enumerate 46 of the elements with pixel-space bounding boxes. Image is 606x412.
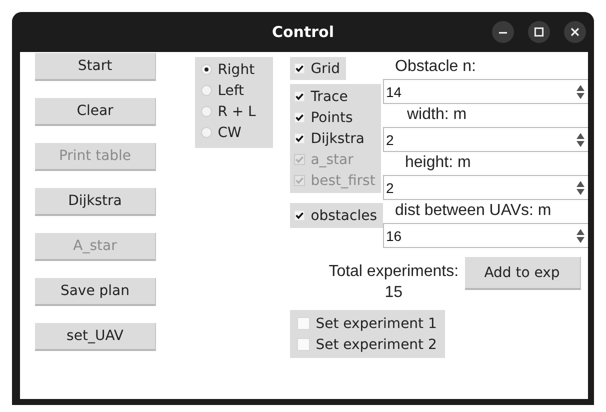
spinner-icon[interactable] <box>576 180 585 196</box>
checkbox-label[interactable]: Trace <box>310 88 348 104</box>
spinner-icon[interactable] <box>576 132 585 148</box>
radio-button[interactable] <box>200 127 212 138</box>
field-label: width: m <box>407 106 468 125</box>
action-button[interactable]: Start <box>35 53 156 81</box>
checkbox[interactable] <box>294 112 305 123</box>
checkbox-label[interactable]: Grid <box>310 60 340 76</box>
checkbox[interactable] <box>296 317 310 330</box>
field-label: height: m <box>405 154 472 173</box>
spinner-icon[interactable] <box>576 84 585 100</box>
radio-label[interactable]: R + L <box>218 104 256 120</box>
close-icon[interactable] <box>564 21 586 43</box>
checkbox[interactable] <box>294 63 305 74</box>
radio-button[interactable] <box>200 106 212 117</box>
checkbox[interactable] <box>294 91 305 102</box>
action-button[interactable]: Clear <box>35 98 156 126</box>
radio-button[interactable] <box>200 85 212 96</box>
checkbox[interactable] <box>294 210 305 221</box>
total-count: 15 <box>384 284 402 302</box>
checkbox[interactable] <box>294 133 305 144</box>
add-button[interactable]: Add to exp <box>464 257 581 290</box>
number-field[interactable]: 14 <box>383 79 588 104</box>
number-field[interactable]: 2 <box>383 175 588 200</box>
checkbox[interactable] <box>296 338 310 351</box>
window-title: Control <box>272 23 334 41</box>
action-button[interactable]: Save plan <box>35 278 156 306</box>
checkbox-label[interactable]: Set experiment 2 <box>316 336 437 352</box>
field-label: Obstacle n: <box>395 58 477 77</box>
radio-button[interactable] <box>200 64 212 75</box>
minimize-icon[interactable] <box>492 21 514 43</box>
number-field[interactable]: 16 <box>383 223 588 248</box>
field-label: dist between UAVs: m <box>395 202 552 221</box>
maximize-icon[interactable] <box>528 21 550 43</box>
action-button[interactable]: Dijkstra <box>35 188 156 216</box>
checkbox-label[interactable]: obstacles <box>310 208 377 224</box>
checkbox-label[interactable]: Dijkstra <box>310 130 364 146</box>
number-field[interactable]: 2 <box>383 127 588 152</box>
total-label: Total experiments: <box>328 263 459 281</box>
action-button[interactable]: set_UAV <box>35 323 156 351</box>
checkbox-label[interactable]: Points <box>310 110 353 126</box>
radio-label[interactable]: CW <box>218 124 242 140</box>
radio-label[interactable]: Left <box>218 82 244 98</box>
spinner-icon[interactable] <box>576 228 585 244</box>
checkbox-label[interactable]: Set experiment 1 <box>316 316 437 332</box>
radio-label[interactable]: Right <box>218 62 255 78</box>
